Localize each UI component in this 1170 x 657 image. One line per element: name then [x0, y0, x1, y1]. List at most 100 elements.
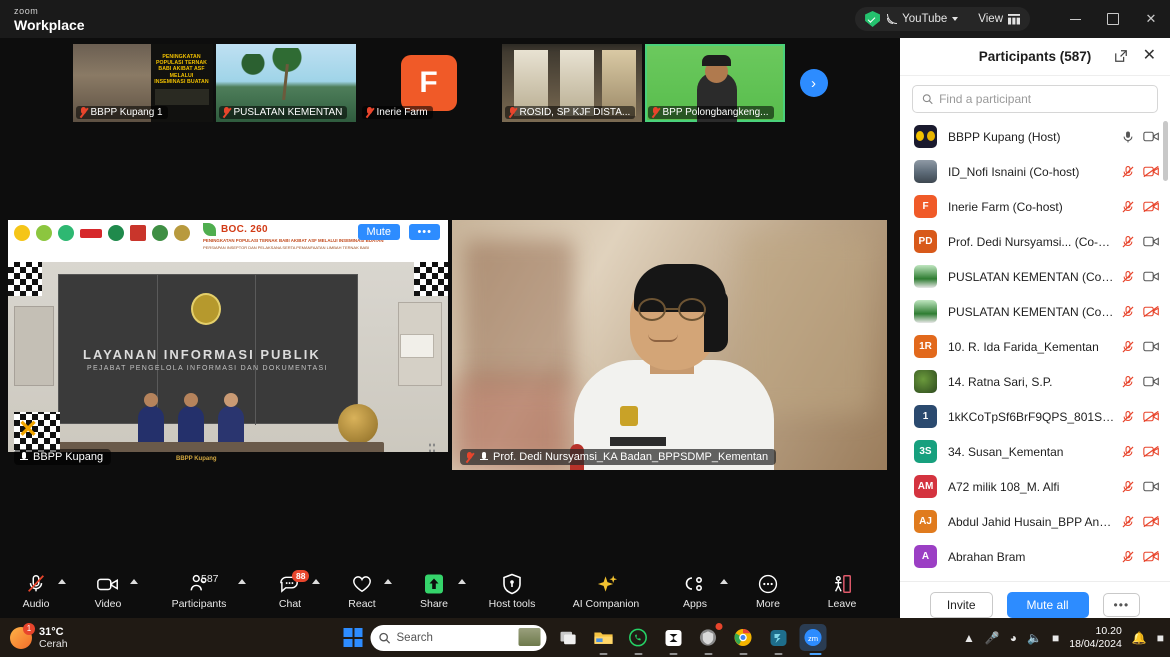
person-figure: [178, 393, 204, 446]
minimize-button[interactable]: [1056, 0, 1094, 38]
filmstrip-thumb-rosid[interactable]: ROSID, SP KJF DISTA...: [501, 44, 642, 122]
participant-status-icons: [1121, 235, 1160, 249]
pin-icon: [479, 451, 488, 463]
mute-button[interactable]: Mute: [357, 224, 400, 240]
toolbar-more-button[interactable]: More: [732, 565, 804, 618]
participant-name: 34. Susan_Kementan: [948, 444, 1064, 459]
close-button[interactable]: ✕: [1132, 0, 1170, 38]
volume-icon[interactable]: 🔈: [1027, 631, 1042, 645]
show-hidden-icons-chevron[interactable]: ▲: [963, 631, 975, 645]
toolbar-video-button[interactable]: Video: [72, 565, 144, 618]
toolbar-label: More: [756, 598, 780, 610]
participant-row[interactable]: 1 1kKCoTpSf6BrF9QPS_801SwKgr...: [900, 399, 1170, 434]
taskbar-system-tray: ▲ 🎤 ◕ 🔈 ■ 10.20 18/04/2024 🔔 ■: [963, 625, 1164, 651]
view-switch-button[interactable]: View: [978, 13, 1020, 25]
battery-icon[interactable]: ■: [1052, 631, 1059, 645]
microphone-muted-icon: [1122, 410, 1134, 422]
maximize-button[interactable]: [1094, 0, 1132, 38]
popout-icon[interactable]: [1114, 49, 1128, 68]
thumb-name-text: BPP Polongbangkeng...: [662, 107, 769, 118]
toolbar-audio-button[interactable]: Audio: [0, 565, 72, 618]
participant-row[interactable]: 3S 34. Susan_Kementan: [900, 434, 1170, 469]
share-screen-icon: [422, 573, 446, 595]
participant-row[interactable]: AJ Abdul Jahid Husain_BPP Angga...: [900, 504, 1170, 539]
participant-row[interactable]: PUSLATAN KEMENTAN (Co-host): [900, 259, 1170, 294]
youtube-stream-pill[interactable]: YouTube View: [855, 7, 1030, 31]
app-tray-icon[interactable]: ■: [1157, 631, 1164, 645]
microphone-muted-icon: [365, 107, 374, 118]
chevron-up-icon[interactable]: [58, 579, 66, 584]
chevron-up-icon[interactable]: [458, 579, 466, 584]
whatsapp-icon[interactable]: [625, 624, 652, 655]
active-speaker-tile[interactable]: Prof. Dedi Nursyamsi_KA Badan_BPPSDMP_Ke…: [452, 220, 887, 470]
chevron-up-icon[interactable]: [312, 579, 320, 584]
participant-row[interactable]: PUSLATAN KEMENTAN (Co-host): [900, 294, 1170, 329]
close-icon[interactable]: ✕: [1143, 48, 1156, 64]
participant-row[interactable]: AM A72 milik 108_M. Alfi: [900, 469, 1170, 504]
participant-row[interactable]: ID_Nofi Isnaini (Co-host): [900, 154, 1170, 189]
checker-decoration-top-left: [8, 262, 42, 296]
toolbar-ai-companion-button[interactable]: AI Companion: [554, 565, 658, 618]
back-wall: LAYANAN INFORMASI PUBLIK PEJABAT PENGELO…: [58, 274, 358, 425]
participant-search[interactable]: [912, 85, 1158, 113]
wifi-icon[interactable]: ◕: [1010, 631, 1017, 645]
weather-text: 31°C Cerah: [39, 626, 68, 650]
chrome-icon[interactable]: [730, 624, 757, 655]
invite-button[interactable]: Invite: [929, 591, 993, 618]
microphone-muted-icon: [1122, 270, 1134, 282]
chevron-up-icon[interactable]: [384, 579, 392, 584]
shared-screen-tile[interactable]: BOC. 260 PENINGKATAN POPULASI TERNAK BAB…: [8, 220, 448, 470]
notification-bell-icon[interactable]: 🔔: [1132, 631, 1147, 645]
participant-name: Inerie Farm (Co-host): [948, 199, 1063, 214]
shield-icon: [502, 573, 522, 595]
filmstrip-thumb-bpp-polongbangkeng[interactable]: BPP Polongbangkeng...: [644, 44, 785, 122]
zoom-icon[interactable]: zm: [799, 624, 827, 655]
toolbar-participants-button[interactable]: 587 Participants: [144, 565, 254, 618]
toolbar-leave-button[interactable]: Leave: [804, 565, 880, 618]
edge-dev-icon[interactable]: [765, 624, 792, 655]
participant-row[interactable]: BBPP Kupang (Host): [900, 119, 1170, 154]
toolbar-react-button[interactable]: React: [326, 565, 398, 618]
tile-more-button[interactable]: •••: [409, 224, 440, 240]
sun-icon: 1: [10, 622, 35, 649]
taskbar-clock[interactable]: 10.20 18/04/2024: [1069, 625, 1122, 651]
filmstrip-thumb-bbpp-kupang-1[interactable]: PENINGKATAN POPULASI TERNAK BABI AKIBAT …: [72, 44, 213, 122]
chevron-down-icon[interactable]: [952, 17, 959, 21]
participant-row[interactable]: 1R 10. R. Ida Farida_Kementan: [900, 329, 1170, 364]
microphone-icon[interactable]: 🎤: [985, 631, 1000, 645]
file-explorer-icon[interactable]: [590, 624, 617, 655]
brave-icon[interactable]: [695, 623, 723, 655]
thumb-name-text: Inerie Farm: [376, 107, 428, 118]
mute-all-button[interactable]: Mute all: [1006, 591, 1089, 618]
taskbar-weather-widget[interactable]: 1 31°C Cerah: [0, 622, 68, 650]
participant-row[interactable]: 14. Ratna Sari, S.P.: [900, 364, 1170, 399]
filmstrip-thumb-puslatan-kementan[interactable]: PUSLATAN KEMENTAN: [215, 44, 356, 122]
participant-name: PUSLATAN KEMENTAN (Co-host): [948, 269, 1115, 284]
chevron-up-icon[interactable]: [238, 579, 246, 584]
participant-row[interactable]: F Inerie Farm (Co-host): [900, 189, 1170, 224]
toolbar-host-tools-button[interactable]: Host tools: [470, 565, 554, 618]
toolbar-chat-button[interactable]: 88 Chat: [254, 565, 326, 618]
chevron-up-icon[interactable]: [720, 579, 728, 584]
toolbar-share-button[interactable]: Share: [398, 565, 470, 618]
participant-list[interactable]: BBPP Kupang (Host) ID_Nofi Isnaini (Co-ho…: [900, 119, 1170, 581]
panel-more-button[interactable]: •••: [1102, 592, 1141, 617]
microphone-muted-icon: [508, 107, 517, 118]
youtube-stream-item[interactable]: YouTube: [886, 13, 959, 25]
search-input[interactable]: [939, 92, 1148, 106]
participant-name: ID_Nofi Isnaini (Co-host): [948, 164, 1080, 179]
chevron-up-icon[interactable]: [130, 579, 138, 584]
scrollbar-thumb[interactable]: [1163, 121, 1168, 181]
participant-row[interactable]: PD Prof. Dedi Nursyamsi... (Co-host): [900, 224, 1170, 259]
taskbar-search-box[interactable]: Search: [370, 624, 547, 651]
start-button-icon[interactable]: [343, 628, 363, 647]
filmstrip-next-button[interactable]: ›: [799, 69, 828, 97]
task-view-icon[interactable]: [555, 624, 582, 651]
thumb-name-text: BBPP Kupang 1: [90, 107, 163, 118]
filmstrip-thumb-inerie-farm[interactable]: F Inerie Farm: [358, 44, 499, 122]
canva-icon[interactable]: [660, 624, 687, 655]
toolbar-apps-button[interactable]: Apps: [658, 565, 732, 618]
participant-status-icons: [1121, 130, 1160, 144]
participant-row[interactable]: A Abrahan Bram: [900, 539, 1170, 574]
participant-status-icons: [1121, 550, 1160, 564]
